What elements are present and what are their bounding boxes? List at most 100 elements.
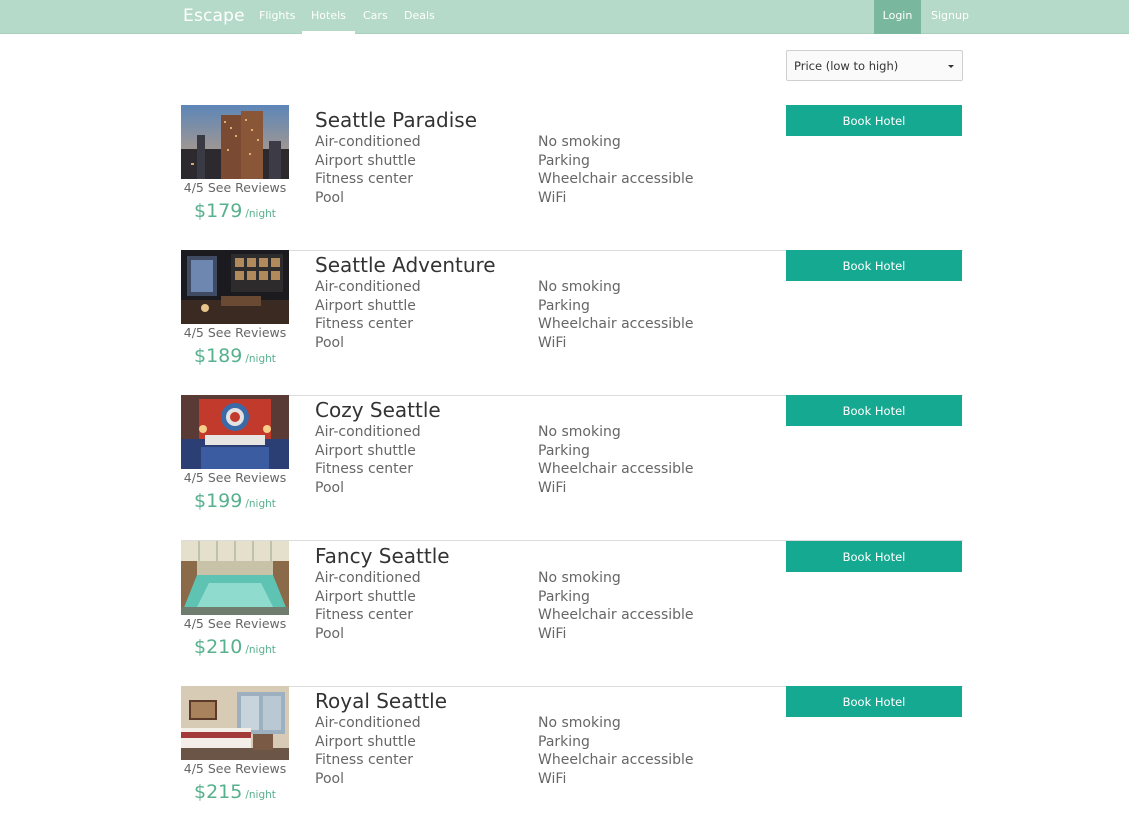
nav-deals[interactable]: Deals [404, 9, 435, 22]
price-amount: $215 [194, 781, 243, 803]
amenity: Airport shuttle [315, 152, 416, 169]
amenities-right: No smoking Parking Wheelchair accessible… [538, 569, 694, 643]
hotel-price: $179/night [194, 200, 276, 222]
amenity: Fitness center [315, 461, 413, 478]
reviews-link[interactable]: 4/5 See Reviews [181, 325, 289, 340]
amenity: Parking [538, 152, 590, 169]
reviews-link[interactable]: 4/5 See Reviews [181, 616, 289, 631]
amenity: WiFi [538, 479, 567, 496]
amenity: Airport shuttle [315, 733, 416, 750]
navbar: Escape Flights Hotels Cars Deals Login S… [0, 0, 1129, 34]
reviews-link[interactable]: 4/5 See Reviews [181, 761, 289, 776]
book-hotel-button[interactable]: Book Hotel [786, 686, 962, 717]
hotel-card: 4/5 See Reviews $189/night Seattle Adven… [181, 250, 963, 396]
price-unit: /night [245, 498, 276, 510]
amenity: Fitness center [315, 752, 413, 769]
amenity: No smoking [538, 134, 621, 150]
hotel-photo[interactable] [181, 686, 289, 760]
price-amount: $189 [194, 345, 243, 367]
price-unit: /night [245, 789, 276, 801]
amenity: Fitness center [315, 316, 413, 333]
amenity: Air-conditioned [315, 279, 421, 295]
price-amount: $210 [194, 636, 243, 658]
amenity: Airport shuttle [315, 588, 416, 605]
hotel-photo[interactable] [181, 541, 289, 615]
amenity: Air-conditioned [315, 715, 421, 731]
brand-logo[interactable]: Escape [183, 6, 245, 26]
hotel-name[interactable]: Fancy Seattle [315, 544, 450, 568]
amenity: No smoking [538, 279, 621, 295]
amenity: Airport shuttle [315, 297, 416, 314]
hotel-name[interactable]: Royal Seattle [315, 689, 447, 713]
nav-cars[interactable]: Cars [363, 9, 388, 22]
hotel-card: 4/5 See Reviews $215/night Royal Seattle… [181, 686, 963, 831]
reviews-link[interactable]: 4/5 See Reviews [181, 180, 289, 195]
hotel-photo[interactable] [181, 395, 289, 469]
signup-button[interactable]: Signup [931, 9, 969, 22]
sort-select[interactable]: Price (low to high) [786, 50, 963, 81]
amenity: WiFi [538, 189, 567, 206]
amenity: Air-conditioned [315, 134, 421, 150]
price-amount: $199 [194, 490, 243, 512]
amenity: Pool [315, 189, 344, 206]
nav-hotels[interactable]: Hotels [302, 0, 355, 34]
hotel-card: 4/5 See Reviews $179/night Seattle Parad… [181, 105, 963, 251]
amenity: Pool [315, 334, 344, 351]
price-unit: /night [245, 208, 276, 220]
hotel-price: $199/night [194, 490, 276, 512]
hotel-price: $210/night [194, 636, 276, 658]
amenity: No smoking [538, 715, 621, 731]
amenities-right: No smoking Parking Wheelchair accessible… [538, 133, 694, 207]
hotel-price: $215/night [194, 781, 276, 803]
hotel-name[interactable]: Cozy Seattle [315, 398, 441, 422]
hotel-card: 4/5 See Reviews $199/night Cozy Seattle … [181, 395, 963, 541]
sort-selected-value: Price (low to high) [794, 59, 899, 73]
amenity: Parking [538, 442, 590, 459]
book-hotel-button[interactable]: Book Hotel [786, 105, 962, 136]
reviews-link[interactable]: 4/5 See Reviews [181, 470, 289, 485]
hotel-photo[interactable] [181, 250, 289, 324]
amenity: Pool [315, 625, 344, 642]
hotel-card: 4/5 See Reviews $210/night Fancy Seattle… [181, 541, 963, 687]
hotel-name[interactable]: Seattle Adventure [315, 253, 496, 277]
book-hotel-button[interactable]: Book Hotel [786, 541, 962, 572]
book-hotel-button[interactable]: Book Hotel [786, 395, 962, 426]
amenities-left: Air-conditioned Airport shuttle Fitness … [315, 278, 421, 352]
amenity: Parking [538, 588, 590, 605]
amenity: Air-conditioned [315, 424, 421, 440]
amenities-left: Air-conditioned Airport shuttle Fitness … [315, 423, 421, 497]
amenity: Pool [315, 479, 344, 496]
amenities-left: Air-conditioned Airport shuttle Fitness … [315, 569, 421, 643]
amenity: Airport shuttle [315, 442, 416, 459]
amenity: Pool [315, 770, 344, 787]
amenity: WiFi [538, 334, 567, 351]
amenities-left: Air-conditioned Airport shuttle Fitness … [315, 714, 421, 788]
hotel-name[interactable]: Seattle Paradise [315, 108, 477, 132]
amenity: Wheelchair accessible [538, 461, 694, 478]
caret-down-icon [948, 65, 954, 68]
nav-flights[interactable]: Flights [259, 9, 295, 22]
amenities-right: No smoking Parking Wheelchair accessible… [538, 278, 694, 352]
amenity: Wheelchair accessible [538, 752, 694, 769]
amenities-left: Air-conditioned Airport shuttle Fitness … [315, 133, 421, 207]
amenities-right: No smoking Parking Wheelchair accessible… [538, 714, 694, 788]
amenity: No smoking [538, 570, 621, 586]
amenity: Air-conditioned [315, 570, 421, 586]
price-unit: /night [245, 644, 276, 656]
amenity: Wheelchair accessible [538, 316, 694, 333]
hotel-photo[interactable] [181, 105, 289, 179]
amenities-right: No smoking Parking Wheelchair accessible… [538, 423, 694, 497]
amenity: No smoking [538, 424, 621, 440]
book-hotel-button[interactable]: Book Hotel [786, 250, 962, 281]
amenity: WiFi [538, 770, 567, 787]
price-unit: /night [245, 353, 276, 365]
amenity: Fitness center [315, 171, 413, 188]
login-button[interactable]: Login [874, 0, 921, 34]
amenity: Parking [538, 297, 590, 314]
price-amount: $179 [194, 200, 243, 222]
amenity: WiFi [538, 625, 567, 642]
amenity: Wheelchair accessible [538, 607, 694, 624]
amenity: Fitness center [315, 607, 413, 624]
amenity: Parking [538, 733, 590, 750]
hotel-price: $189/night [194, 345, 276, 367]
